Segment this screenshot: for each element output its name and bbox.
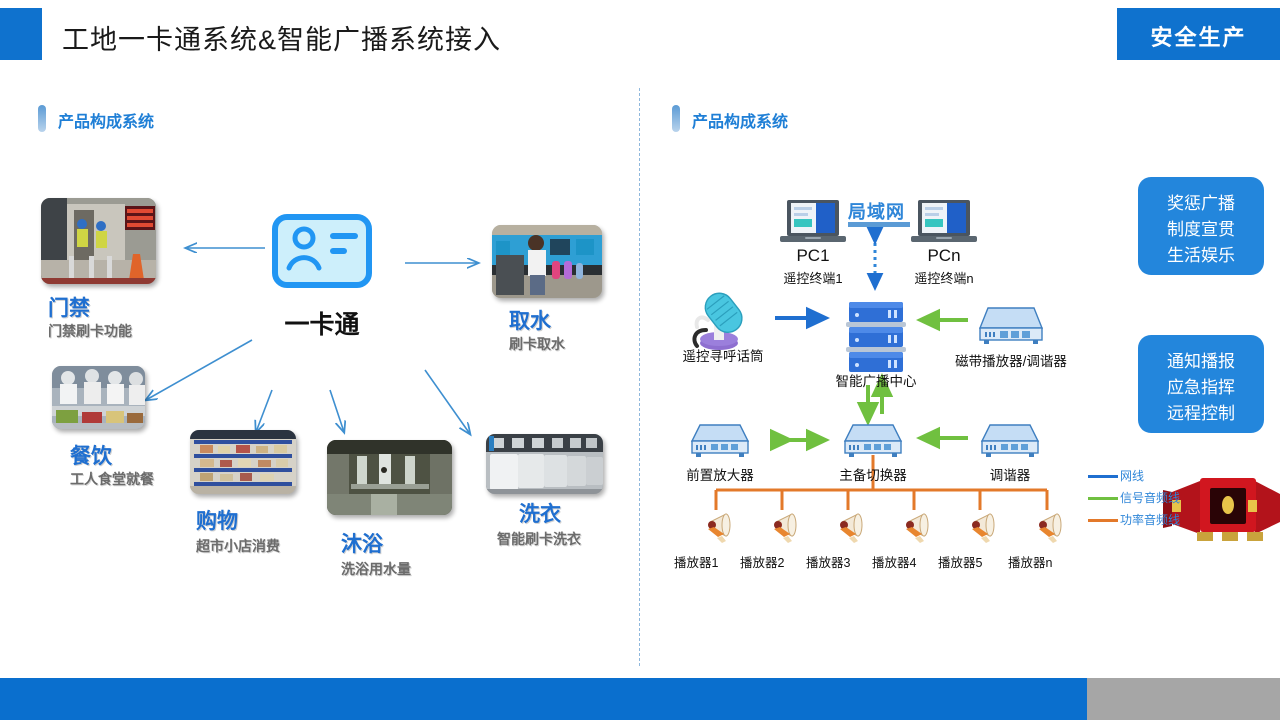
tuner-icon [980,424,1040,457]
callout-box-1: 通知播报 应急指挥 远程控制 [1138,335,1264,433]
legend-label-0: 网线 [1120,469,1145,483]
node-subtitle-0: 门禁刷卡功能 [48,323,132,339]
microphone-label: 遥控寻呼话筒 [682,349,764,364]
header-badge: 安全生产 [1117,8,1280,60]
speaker-label-1: 播放器2 [740,556,785,570]
left-arrows-overlay [0,0,1280,720]
canteen-photo [52,366,145,429]
tuner-label: 调谐器 [989,468,1031,483]
node-subtitle-3: 洗浴用水量 [341,561,411,577]
callout-line-0-1: 制度宣贯 [1167,220,1235,239]
callout-line-1-0: 通知播报 [1167,352,1235,371]
pcn-icon [911,200,977,242]
speaker-label-2: 播放器3 [806,556,851,570]
node-subtitle-5: 刷卡取水 [509,336,565,352]
node-subtitle-2: 超市小店消费 [196,538,280,554]
speaker-label-4: 播放器5 [938,556,983,570]
pcn-sub: 遥控终端n [914,271,974,286]
broadcast-center-icon [846,302,906,372]
tape-tuner-label: 磁带播放器/调谐器 [955,354,1067,369]
node-title-2: 购物 [196,510,238,533]
callout-line-0-0: 奖惩广播 [1167,194,1235,213]
lan-underline [848,222,910,227]
node-title-5: 取水 [509,310,551,333]
water-station-photo [492,225,602,298]
section-bar-icon [672,105,680,132]
node-title-3: 沐浴 [341,533,383,556]
slide-root: 工地一卡通系统&智能广播系统接入 安全生产 产品构成系统 产品构成系统 一卡通 … [0,0,1280,720]
section-bar-icon [38,105,46,132]
supermarket-photo [190,430,296,494]
section-title-right: 产品构成系统 [692,114,789,131]
header-accent-block [0,8,42,60]
lan-label: 局域网 [848,202,905,222]
callout-line-1-1: 应急指挥 [1167,378,1235,397]
access-gate-photo [41,198,156,284]
footer-right-band [1087,678,1280,720]
callout-line-0-2: 生活娱乐 [1167,246,1235,265]
header-badge-label: 安全生产 [1150,25,1247,50]
node-title-1: 餐饮 [70,445,112,468]
section-title-left: 产品构成系统 [58,114,155,131]
switcher-label: 主备切换器 [839,468,907,483]
panel-divider [639,88,640,666]
footer-left-band [0,678,1087,720]
legend-label-1: 信号音频线 [1120,491,1181,505]
id-card-glyph [286,226,358,271]
paging-microphone-icon [692,292,743,350]
access-gate-image [41,198,156,284]
callout-line-1-2: 远程控制 [1167,404,1235,423]
pc1-name: PC1 [796,246,830,265]
legend-swatch-network [1088,475,1118,478]
pc1-sub: 遥控终端1 [783,271,843,286]
canteen-image [52,366,145,429]
laundry-photo [486,434,603,494]
center-label: 一卡通 [284,311,360,339]
right-diagram-overlay [690,200,1280,543]
legend-label-2: 功率音频线 [1120,513,1181,527]
legend-swatch-signal-audio [1088,497,1118,500]
water-station-image [492,225,602,298]
speaker-label-0: 播放器1 [674,556,719,570]
speaker-label-3: 播放器4 [872,556,917,570]
node-title-4: 洗衣 [519,503,561,526]
tape-tuner-icon [978,307,1044,344]
node-subtitle-4: 智能刷卡洗衣 [497,531,581,547]
preamp-icon [690,424,750,457]
speaker-label-5: 播放器n [1008,556,1053,570]
callout-box-0: 奖惩广播 制度宣贯 生活娱乐 [1138,177,1264,275]
page-title: 工地一卡通系统&智能广播系统接入 [62,25,502,55]
id-card-icon [272,214,372,288]
broadcast-center-label: 智能广播中心 [835,374,917,389]
node-title-0: 门禁 [48,297,90,320]
node-subtitle-1: 工人食堂就餐 [70,471,154,487]
shower-room-image [327,440,452,515]
preamp-label: 前置放大器 [686,468,754,483]
shower-room-photo [327,440,452,515]
pc1-icon [780,200,846,242]
red-horn-cluster-icon [1163,478,1280,541]
switcher-icon [843,424,903,457]
speaker-icons [708,513,1062,543]
laundry-image [486,434,603,494]
legend-swatch-power-audio [1088,519,1118,522]
supermarket-image [190,430,296,494]
pcn-name: PCn [927,246,961,265]
